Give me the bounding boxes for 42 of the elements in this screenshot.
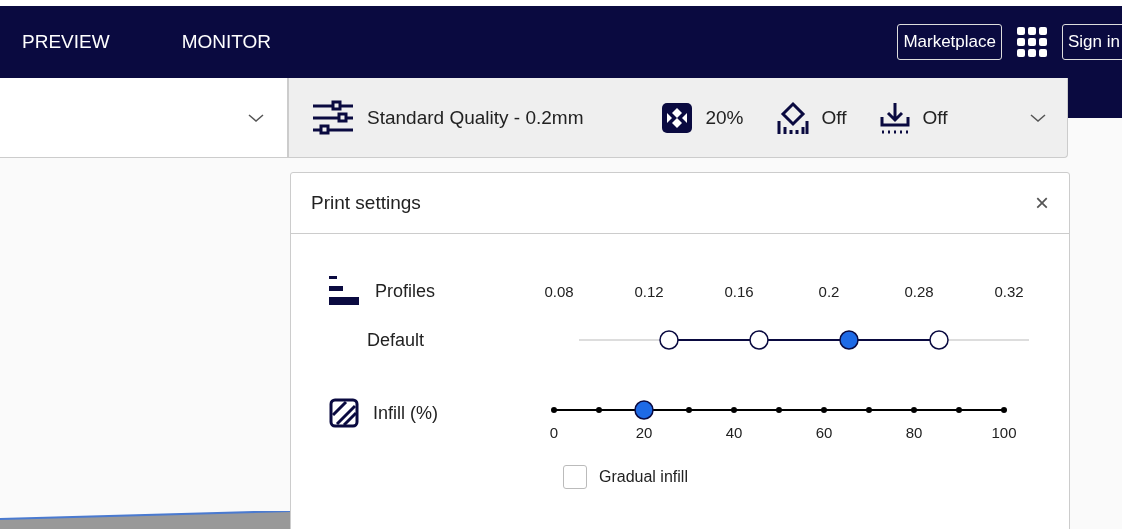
stage-tab[interactable]: PREVIEW [22,31,110,53]
profiles-label: Profiles [375,280,436,302]
infill-value: 20% [705,106,744,129]
panel-title: Print settings [311,192,421,214]
profiles-icon [329,276,361,306]
support-value: Off [821,106,847,129]
print-settings-bar[interactable]: Standard Quality - 0.2mm 20% Off Off [288,78,1068,158]
apps-grid-icon[interactable] [1016,26,1048,58]
infill-handle[interactable] [634,400,654,420]
default-label: Default [366,329,426,351]
chevron-down-icon[interactable] [1029,112,1047,123]
sliders-icon [311,99,355,136]
chevron-down-icon [247,112,265,123]
stage-tab[interactable]: MONITOR [181,31,271,53]
adhesion-value: Off [922,106,948,129]
adhesion-icon [878,100,911,135]
sign-in-button[interactable]: Sign in [1062,24,1122,60]
layer-height-label: 0.08 [543,282,575,300]
infill-tick-label: 100 [990,424,1018,441]
infill-label: Infill (%) [373,402,438,424]
infill-tick-label: 20 [634,424,654,441]
checkbox[interactable] [563,465,587,489]
layer-height-label: 0.12 [633,282,665,300]
infill-tick-label: 0 [548,424,560,441]
profile-handle[interactable] [749,330,769,350]
layer-height-label: 0.32 [993,282,1025,300]
layer-height-label: 0.16 [723,282,755,300]
profile-handle[interactable] [659,330,679,350]
infill-icon [329,398,359,428]
layer-height-label: 0.2 [817,282,841,300]
close-button[interactable]: × [1035,189,1049,217]
infill-pattern-icon [661,101,694,134]
gradual-infill-label: Gradual infill [599,468,688,486]
marketplace-button[interactable]: Marketplace [897,24,1002,60]
profile-name: Standard Quality - 0.2mm [367,106,584,129]
infill-tick-label: 80 [904,424,924,441]
profile-handle[interactable] [929,330,949,350]
infill-tick-label: 40 [724,424,744,441]
profile-handle[interactable] [839,330,859,350]
layer-height-label: 0.28 [903,282,935,300]
support-icon [775,100,810,135]
infill-tick-label: 60 [814,424,834,441]
